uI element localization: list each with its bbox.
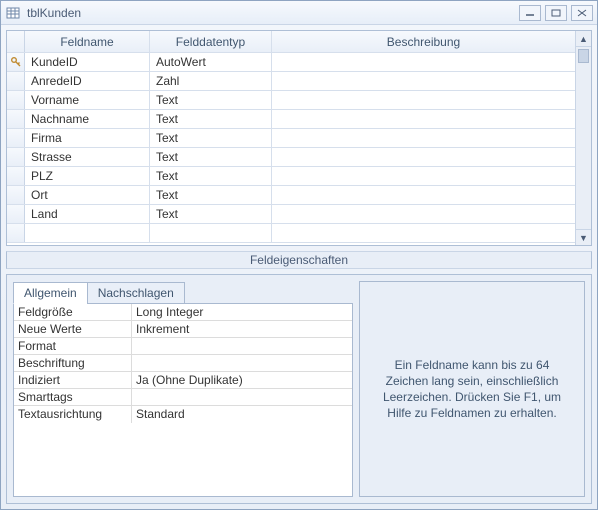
row-selector[interactable] xyxy=(7,110,25,128)
property-value[interactable]: Standard xyxy=(132,406,352,423)
grid-header-row: Feldname Felddatentyp Beschreibung xyxy=(7,31,575,53)
property-tabs: Allgemein Nachschlagen xyxy=(13,282,353,304)
cell-datatype[interactable]: AutoWert xyxy=(150,53,272,71)
help-text-panel: Ein Feldname kann bis zu 64 Zeichen lang… xyxy=(359,281,585,497)
cell-description[interactable] xyxy=(272,186,575,204)
cell-description[interactable] xyxy=(272,224,575,242)
table-row[interactable]: FirmaText xyxy=(7,129,575,148)
property-label: Smarttags xyxy=(14,389,132,405)
field-properties-title: Feldeigenschaften xyxy=(6,251,592,269)
titlebar[interactable]: tblKunden xyxy=(1,1,597,25)
maximize-button[interactable] xyxy=(545,5,567,21)
cell-description[interactable] xyxy=(272,167,575,185)
cell-fieldname[interactable]: Nachname xyxy=(25,110,150,128)
cell-description[interactable] xyxy=(272,91,575,109)
row-selector[interactable] xyxy=(7,91,25,109)
table-row[interactable]: KundeIDAutoWert xyxy=(7,53,575,72)
property-row[interactable]: IndiziertJa (Ohne Duplikate) xyxy=(14,372,352,389)
table-row[interactable]: LandText xyxy=(7,205,575,224)
design-view-window: tblKunden Feldname Felddatentyp Beschrei… xyxy=(0,0,598,510)
cell-datatype[interactable]: Text xyxy=(150,110,272,128)
cell-description[interactable] xyxy=(272,53,575,71)
table-row[interactable]: StrasseText xyxy=(7,148,575,167)
fields-grid[interactable]: Feldname Felddatentyp Beschreibung Kunde… xyxy=(6,30,592,246)
property-value[interactable] xyxy=(132,355,352,371)
scroll-thumb[interactable] xyxy=(578,49,589,63)
select-all-corner[interactable] xyxy=(7,31,25,52)
table-row[interactable]: PLZText xyxy=(7,167,575,186)
row-selector[interactable] xyxy=(7,167,25,185)
property-label: Format xyxy=(14,338,132,354)
row-selector[interactable] xyxy=(7,205,25,223)
table-row[interactable]: OrtText xyxy=(7,186,575,205)
table-row[interactable]: AnredeIDZahl xyxy=(7,72,575,91)
property-label: Indiziert xyxy=(14,372,132,388)
cell-fieldname[interactable]: Land xyxy=(25,205,150,223)
property-row[interactable]: Neue WerteInkrement xyxy=(14,321,352,338)
cell-datatype[interactable] xyxy=(150,224,272,242)
cell-fieldname[interactable]: KundeID xyxy=(25,53,150,71)
lower-pane: Allgemein Nachschlagen FeldgrößeLong Int… xyxy=(6,274,592,504)
header-datatype[interactable]: Felddatentyp xyxy=(150,31,272,52)
header-fieldname[interactable]: Feldname xyxy=(25,31,150,52)
cell-datatype[interactable]: Text xyxy=(150,186,272,204)
primary-key-icon xyxy=(10,56,22,68)
cell-fieldname[interactable]: Vorname xyxy=(25,91,150,109)
row-selector[interactable] xyxy=(7,186,25,204)
cell-description[interactable] xyxy=(272,110,575,128)
cell-fieldname[interactable]: Strasse xyxy=(25,148,150,166)
cell-datatype[interactable]: Text xyxy=(150,205,272,223)
property-label: Textausrichtung xyxy=(14,406,132,423)
property-value[interactable] xyxy=(132,338,352,354)
property-value[interactable] xyxy=(132,389,352,405)
window-title: tblKunden xyxy=(27,6,515,20)
property-row[interactable]: FeldgrößeLong Integer xyxy=(14,304,352,321)
property-value[interactable]: Long Integer xyxy=(132,304,352,320)
cell-description[interactable] xyxy=(272,72,575,90)
scroll-down-icon[interactable]: ▼ xyxy=(576,229,591,245)
row-selector[interactable] xyxy=(7,72,25,90)
cell-fieldname[interactable] xyxy=(25,224,150,242)
scroll-up-icon[interactable]: ▲ xyxy=(576,31,591,47)
row-selector[interactable] xyxy=(7,148,25,166)
empty-row[interactable] xyxy=(7,224,575,243)
cell-datatype[interactable]: Text xyxy=(150,167,272,185)
property-row[interactable]: Beschriftung xyxy=(14,355,352,372)
content-area: Feldname Felddatentyp Beschreibung Kunde… xyxy=(1,25,597,509)
cell-description[interactable] xyxy=(272,205,575,223)
cell-fieldname[interactable]: AnredeID xyxy=(25,72,150,90)
cell-description[interactable] xyxy=(272,129,575,147)
property-value[interactable]: Ja (Ohne Duplikate) xyxy=(132,372,352,388)
cell-fieldname[interactable]: Firma xyxy=(25,129,150,147)
cell-fieldname[interactable]: PLZ xyxy=(25,167,150,185)
row-selector[interactable] xyxy=(7,53,25,71)
property-row[interactable]: Smarttags xyxy=(14,389,352,406)
cell-datatype[interactable]: Text xyxy=(150,148,272,166)
row-selector[interactable] xyxy=(7,129,25,147)
minimize-button[interactable] xyxy=(519,5,541,21)
table-row[interactable]: NachnameText xyxy=(7,110,575,129)
vertical-scrollbar[interactable]: ▲ ▼ xyxy=(575,31,591,245)
cell-description[interactable] xyxy=(272,148,575,166)
help-text: Ein Feldname kann bis zu 64 Zeichen lang… xyxy=(374,357,570,422)
property-label: Beschriftung xyxy=(14,355,132,371)
tab-general[interactable]: Allgemein xyxy=(13,282,88,304)
table-row[interactable]: VornameText xyxy=(7,91,575,110)
property-row[interactable]: TextausrichtungStandard xyxy=(14,406,352,423)
header-description[interactable]: Beschreibung xyxy=(272,31,575,52)
property-label: Neue Werte xyxy=(14,321,132,337)
close-button[interactable] xyxy=(571,5,593,21)
property-value[interactable]: Inkrement xyxy=(132,321,352,337)
cell-datatype[interactable]: Zahl xyxy=(150,72,272,90)
property-row[interactable]: Format xyxy=(14,338,352,355)
cell-fieldname[interactable]: Ort xyxy=(25,186,150,204)
property-label: Feldgröße xyxy=(14,304,132,320)
properties-grid[interactable]: FeldgrößeLong IntegerNeue WerteInkrement… xyxy=(13,303,353,497)
tab-lookup[interactable]: Nachschlagen xyxy=(87,282,185,304)
cell-datatype[interactable]: Text xyxy=(150,129,272,147)
properties-panel: Allgemein Nachschlagen FeldgrößeLong Int… xyxy=(13,281,353,497)
table-icon xyxy=(5,5,21,21)
cell-datatype[interactable]: Text xyxy=(150,91,272,109)
row-selector[interactable] xyxy=(7,224,25,242)
